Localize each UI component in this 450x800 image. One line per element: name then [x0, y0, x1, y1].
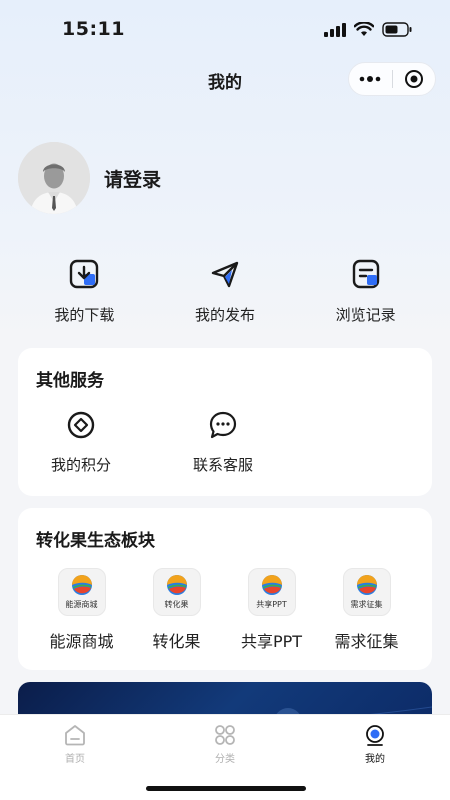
history-icon	[352, 259, 379, 289]
demand-collection-label: 需求征集	[334, 632, 399, 651]
other-services-card: 其他服务 我的积分 联系客服	[18, 348, 432, 496]
app-logo-icon	[261, 575, 282, 595]
app-logo-icon	[166, 575, 187, 595]
my-points-label: 我的积分	[50, 456, 111, 474]
my-posts-label: 我的发布	[194, 306, 255, 324]
shared-ppt-logo: 共享PPT	[247, 568, 296, 616]
other-services-list: 我的积分 联系客服	[18, 410, 286, 475]
status-time: 15:11	[62, 18, 125, 40]
wifi-icon	[354, 22, 374, 36]
energy-mall-label: 能源商城	[49, 632, 114, 651]
profile-icon	[366, 725, 384, 746]
my-downloads-label: 我的下载	[54, 306, 115, 324]
signal-icon	[324, 22, 346, 37]
tab-mine-label: 我的	[365, 754, 385, 765]
other-services-title: 其他服务	[36, 371, 104, 391]
my-posts-button[interactable]: 我的发布	[170, 258, 280, 325]
demand-collection-logo: 需求征集	[342, 568, 391, 616]
download-icon	[70, 259, 99, 289]
home-indicator	[146, 786, 306, 791]
ecosystem-title: 转化果生态板块	[36, 531, 155, 551]
zhuanhuaguo-logo: 转化果	[152, 568, 201, 616]
home-icon	[65, 725, 85, 746]
grid-icon	[215, 725, 235, 745]
more-dots-icon	[359, 76, 381, 82]
profile-section[interactable]: 请登录	[18, 142, 161, 214]
energy-mall-logo-text: 能源商城	[65, 600, 98, 609]
my-downloads-button[interactable]: 我的下载	[29, 258, 139, 325]
energy-mall-logo: 能源商城	[57, 568, 106, 616]
contact-support-label: 联系客服	[192, 456, 253, 474]
zhuanhuaguo-button[interactable]: 转化果 转化果	[129, 568, 224, 652]
points-icon	[67, 411, 95, 439]
app-logo-icon	[71, 575, 92, 595]
tab-mine[interactable]: 我的	[335, 723, 415, 765]
chat-icon	[209, 411, 237, 439]
default-avatar-icon	[18, 142, 90, 214]
avatar[interactable]	[18, 142, 90, 214]
browse-history-label: 浏览记录	[335, 306, 396, 324]
ecosystem-card: 转化果生态板块 能源商城 能源商城 转化果 转化果 共享PPT 共享PPT 需求…	[18, 508, 432, 670]
shared-ppt-logo-text: 共享PPT	[256, 600, 287, 609]
my-points-button[interactable]: 我的积分	[18, 410, 144, 475]
tab-home-label: 首页	[65, 754, 85, 765]
send-icon	[211, 261, 239, 288]
tab-category[interactable]: 分类	[185, 723, 265, 765]
shared-ppt-label: 共享PPT	[240, 632, 303, 651]
target-icon	[404, 70, 423, 88]
ecosystem-list: 能源商城 能源商城 转化果 转化果 共享PPT 共享PPT 需求征集 需求征集	[34, 568, 414, 652]
status-bar: 15:11	[0, 0, 450, 60]
demand-collection-button[interactable]: 需求征集 需求征集	[319, 568, 414, 652]
battery-icon	[382, 22, 412, 37]
app-logo-icon	[356, 575, 377, 595]
login-prompt[interactable]: 请登录	[104, 165, 161, 192]
more-button[interactable]	[349, 63, 392, 95]
zhuanhuaguo-logo-text: 转化果	[164, 600, 189, 609]
browse-history-button[interactable]: 浏览记录	[311, 258, 421, 325]
miniprogram-capsule	[348, 62, 436, 96]
contact-support-button[interactable]: 联系客服	[160, 410, 286, 475]
close-miniprogram-button[interactable]	[393, 63, 436, 95]
demand-collection-logo-text: 需求征集	[350, 600, 383, 609]
zhuanhuaguo-label: 转化果	[152, 632, 201, 651]
tab-category-label: 分类	[215, 754, 235, 765]
tab-home[interactable]: 首页	[35, 723, 115, 765]
status-icons	[324, 22, 412, 37]
energy-mall-button[interactable]: 能源商城 能源商城	[34, 568, 129, 652]
shared-ppt-button[interactable]: 共享PPT 共享PPT	[224, 568, 319, 652]
quick-actions: 我的下载 我的发布 浏览记录	[0, 258, 450, 325]
